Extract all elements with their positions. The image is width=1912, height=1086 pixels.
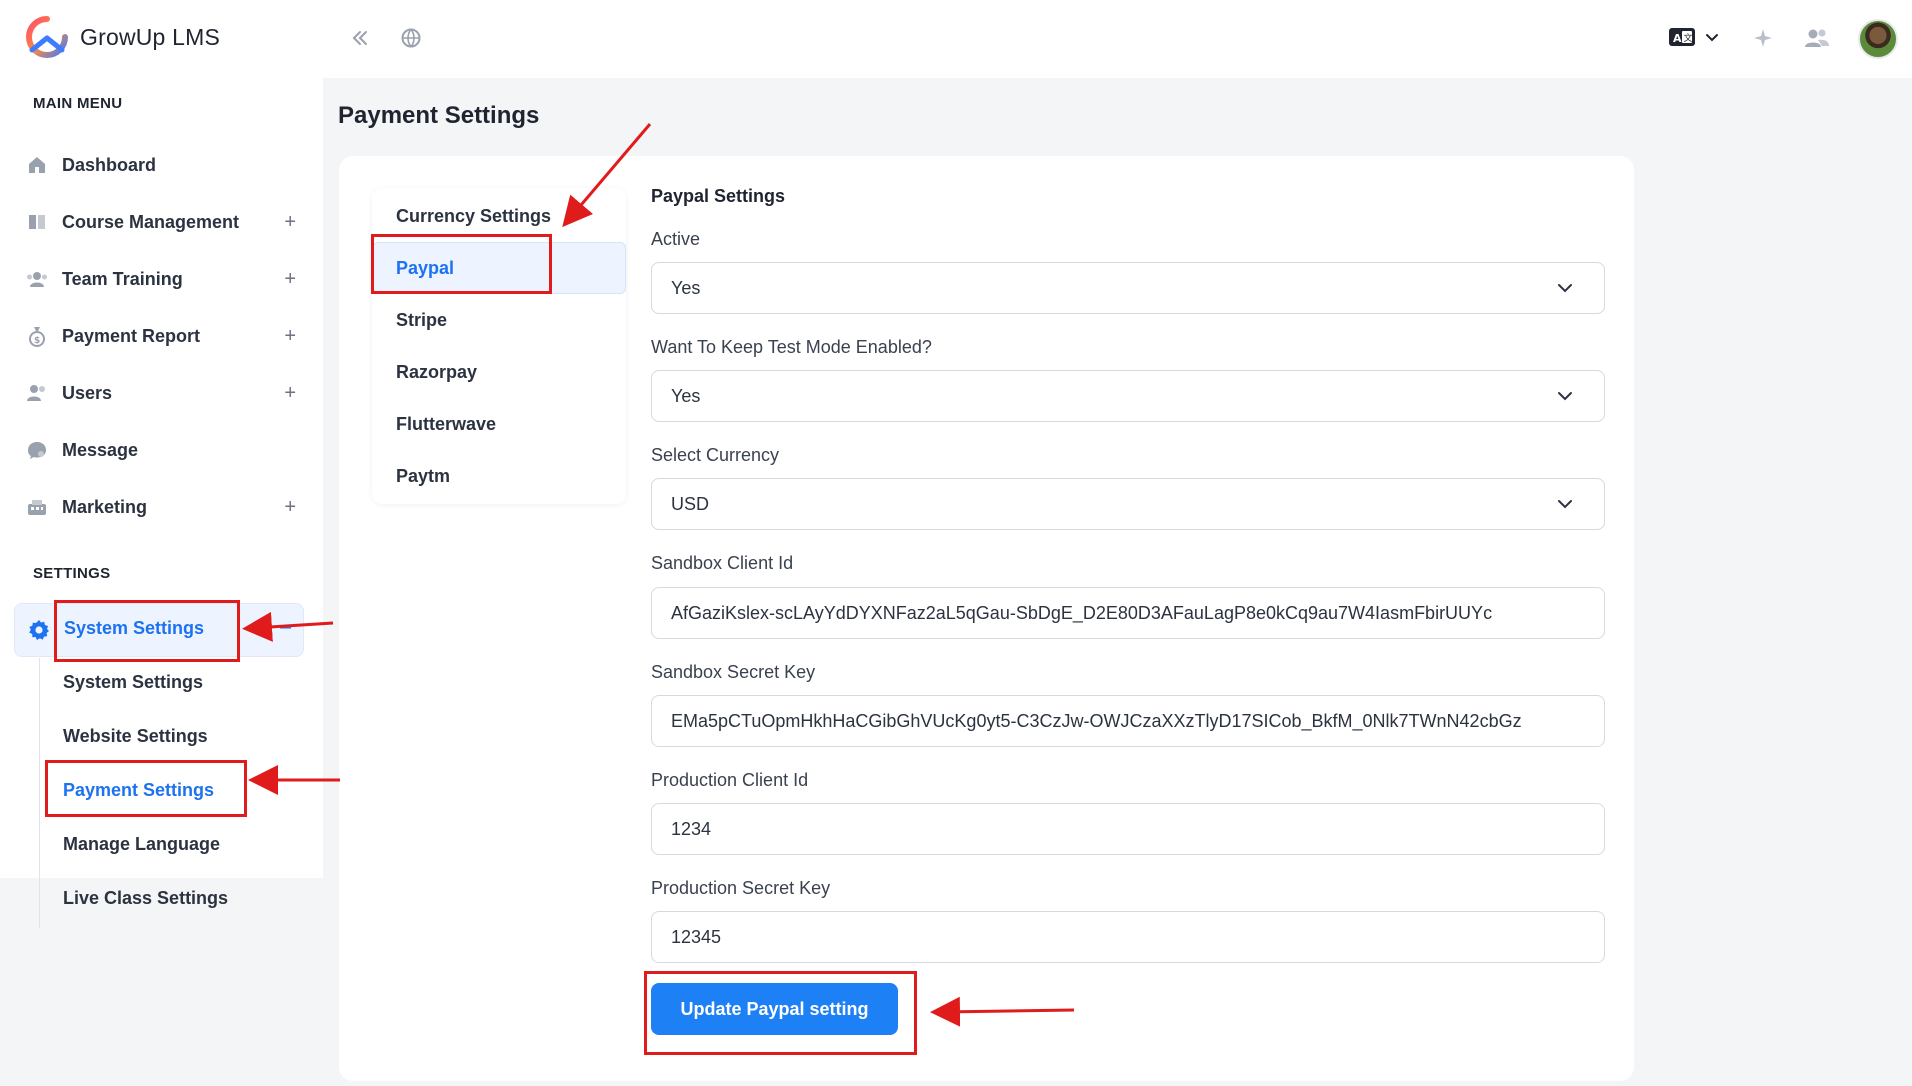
- svg-text:A: A: [1673, 32, 1682, 45]
- sidebar-item-dashboard[interactable]: Dashboard: [26, 145, 296, 185]
- expand-icon[interactable]: +: [284, 268, 296, 291]
- expand-icon[interactable]: +: [284, 211, 296, 234]
- test-mode-label: Want To Keep Test Mode Enabled?: [651, 337, 932, 357]
- sandbox-client-id-label: Sandbox Client Id: [651, 553, 794, 573]
- active-select[interactable]: Yes: [651, 262, 1605, 314]
- submenu-website-settings[interactable]: Website Settings: [63, 726, 208, 747]
- highlight-box-update-button: [644, 971, 917, 1055]
- sidebar: [0, 78, 323, 878]
- sandbox-secret-key-input[interactable]: EMa5pCTuOpmHkhHaCGibGhVUcKg0yt5-C3CzJw-O…: [651, 695, 1605, 747]
- money-bag-icon: $: [26, 325, 48, 347]
- sidebar-item-label: Payment Report: [62, 325, 201, 346]
- sidebar-item-label: Course Management: [62, 211, 240, 232]
- active-label: Active: [651, 229, 701, 249]
- highlight-box-payment-settings: [45, 760, 247, 817]
- sidebar-item-marketing[interactable]: Marketing +: [26, 487, 296, 527]
- production-client-id-input[interactable]: 1234: [651, 803, 1605, 855]
- svg-text:文: 文: [1684, 32, 1693, 44]
- submenu-manage-language[interactable]: Manage Language: [63, 834, 220, 855]
- chevron-down-icon: [1558, 500, 1572, 509]
- chevron-down-icon: [1558, 392, 1572, 401]
- message-icon: [26, 439, 48, 461]
- production-secret-key-input[interactable]: 12345: [651, 911, 1605, 963]
- svg-text:$: $: [34, 336, 40, 346]
- sandbox-secret-key-label: Sandbox Secret Key: [651, 662, 816, 682]
- team-icon: [26, 268, 48, 290]
- sidebar-item-label: Message: [62, 439, 139, 460]
- expand-icon[interactable]: +: [284, 325, 296, 348]
- book-icon: [26, 211, 48, 233]
- sidebar-item-label: Marketing: [62, 496, 148, 517]
- sidebar-item-label: Users: [62, 382, 113, 403]
- chevron-down-icon: [1706, 34, 1718, 42]
- tab-stripe[interactable]: Stripe: [396, 310, 447, 331]
- settings-heading: SETTINGS: [33, 565, 111, 582]
- sidebar-item-course-management[interactable]: Course Management +: [26, 202, 296, 242]
- app-name: GrowUp LMS: [80, 23, 221, 50]
- users-icon[interactable]: [1803, 24, 1831, 52]
- submenu-live-class-settings[interactable]: Live Class Settings: [63, 888, 228, 909]
- tab-paytm[interactable]: Paytm: [396, 466, 450, 487]
- currency-select[interactable]: USD: [651, 478, 1605, 530]
- input-value: 12345: [671, 926, 722, 947]
- sidebar-item-payment-report[interactable]: $ Payment Report +: [26, 316, 296, 356]
- app-logo[interactable]: GrowUp LMS: [24, 16, 220, 58]
- select-value: USD: [671, 493, 710, 514]
- collapse-icon[interactable]: –: [280, 616, 291, 639]
- expand-icon[interactable]: +: [284, 382, 296, 405]
- highlight-box-system-settings: [54, 600, 240, 662]
- sidebar-item-label: Dashboard: [62, 154, 157, 175]
- top-bar: GrowUp LMS A文: [0, 0, 1912, 78]
- select-value: Yes: [671, 385, 701, 406]
- highlight-box-paypal-tab: [371, 234, 552, 294]
- page-title: Payment Settings: [338, 102, 540, 129]
- avatar[interactable]: [1858, 19, 1898, 59]
- sidebar-item-users[interactable]: Users +: [26, 373, 296, 413]
- home-icon: [26, 154, 48, 176]
- gear-icon: [29, 620, 49, 640]
- marketing-icon: [26, 496, 48, 518]
- sandbox-client-id-input[interactable]: AfGaziKslex-scLAyYdDYXNFaz2aL5qGau-SbDgE…: [651, 587, 1605, 639]
- tab-flutterwave[interactable]: Flutterwave: [396, 414, 496, 435]
- collapse-sidebar-icon[interactable]: [346, 24, 374, 52]
- chevron-down-icon: [1558, 284, 1572, 293]
- sparkle-icon[interactable]: [1749, 24, 1777, 52]
- users-icon: [26, 382, 48, 404]
- input-value: 1234: [671, 818, 712, 839]
- language-switcher[interactable]: A文: [1668, 26, 1720, 48]
- main-menu-heading: MAIN MENU: [33, 95, 123, 112]
- submenu-system-settings[interactable]: System Settings: [63, 672, 203, 693]
- language-icon: A文: [1669, 28, 1695, 46]
- production-secret-key-label: Production Secret Key: [651, 878, 831, 898]
- sidebar-item-label: Team Training: [62, 268, 183, 289]
- form-title: Paypal Settings: [651, 186, 786, 206]
- input-value: EMa5pCTuOpmHkhHaCGibGhVUcKg0yt5-C3CzJw-O…: [671, 710, 1522, 731]
- expand-icon[interactable]: +: [284, 496, 296, 519]
- submenu-divider: [39, 658, 40, 928]
- tab-currency-settings[interactable]: Currency Settings: [396, 206, 551, 227]
- tab-razorpay[interactable]: Razorpay: [396, 362, 477, 383]
- select-value: Yes: [671, 277, 701, 298]
- production-client-id-label: Production Client Id: [651, 770, 809, 790]
- sidebar-item-message[interactable]: Message: [26, 430, 296, 470]
- globe-icon[interactable]: [397, 24, 425, 52]
- input-value: AfGaziKslex-scLAyYdDYXNFaz2aL5qGau-SbDgE…: [671, 602, 1493, 623]
- currency-label: Select Currency: [651, 445, 780, 465]
- sidebar-item-team-training[interactable]: Team Training +: [26, 259, 296, 299]
- logo-icon: [26, 16, 68, 58]
- test-mode-select[interactable]: Yes: [651, 370, 1605, 422]
